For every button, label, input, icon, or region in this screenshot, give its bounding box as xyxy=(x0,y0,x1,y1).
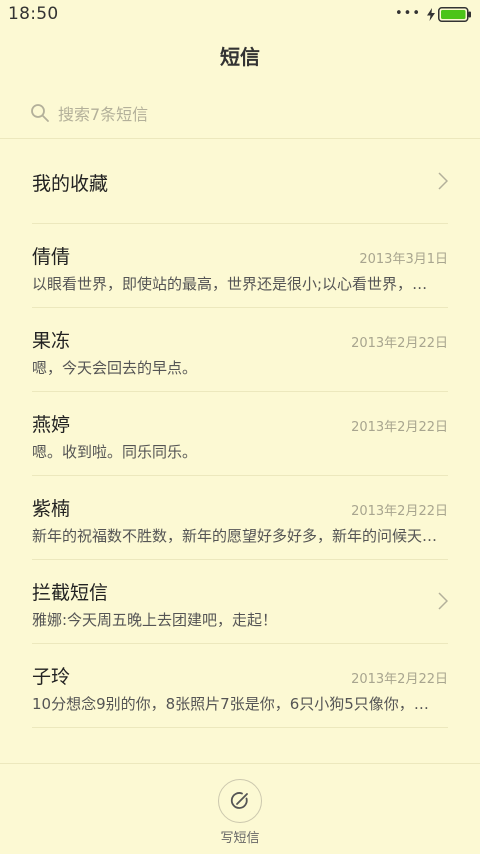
status-bar: 18:50 ••• xyxy=(0,0,480,28)
conversation-date: 2013年2月22日 xyxy=(351,504,448,519)
battery-icon xyxy=(438,6,472,22)
conversation-date: 2013年2月22日 xyxy=(351,336,448,351)
chevron-right-icon xyxy=(438,172,449,194)
chevron-right-icon xyxy=(438,592,449,614)
bolt-icon xyxy=(427,7,435,21)
page-title: 短信 xyxy=(220,45,260,69)
conversation-row[interactable]: 紫楠 2013年2月22日 新年的祝福数不胜数，新年的愿望好多好多，新年的问候天… xyxy=(32,476,448,560)
bottom-bar: 写短信 xyxy=(0,763,480,854)
conversation-preview: 雅娜:今天周五晚上去团建吧，走起！ xyxy=(32,611,278,629)
conversation-preview: 嗯，今天会回去的早点。 xyxy=(32,359,198,377)
header: 短信 xyxy=(0,36,480,78)
conversation-row[interactable]: 倩倩 2013年3月1日 以眼看世界，即使站的最高，世界还是很小;以心看世界，即… xyxy=(32,224,448,308)
conversation-preview: 10分想念9别的你，8张照片7张是你，6只小狗5只像你，4季美景3季有你 xyxy=(32,695,438,713)
signal-dots-icon: ••• xyxy=(394,6,421,21)
conversation-name: 子玲 xyxy=(32,666,71,688)
search-icon xyxy=(30,103,50,127)
compose-label: 写短信 xyxy=(220,831,260,846)
conversation-name: 燕婷 xyxy=(32,414,71,436)
conversation-date: 2013年2月22日 xyxy=(351,672,448,687)
conversation-date: 2013年3月1日 xyxy=(359,252,448,267)
conversation-list: 我的收藏 倩倩 2013年3月1日 以眼看世界，即使站的最高，世界还是很小;以心… xyxy=(0,139,480,728)
favorites-row[interactable]: 我的收藏 xyxy=(32,139,449,224)
conversation-name: 果冻 xyxy=(32,330,71,352)
status-time: 18:50 xyxy=(8,4,59,24)
conversation-preview: 嗯。收到啦。同乐同乐。 xyxy=(32,443,198,461)
compose-button[interactable] xyxy=(218,779,262,823)
intercepted-messages-row[interactable]: 拦截短信 雅娜:今天周五晚上去团建吧，走起！ xyxy=(32,560,449,644)
conversation-row[interactable]: 果冻 2013年2月22日 嗯，今天会回去的早点。 xyxy=(32,308,448,392)
conversation-preview: 以眼看世界，即使站的最高，世界还是很小;以心看世界，即使站的最低，世界也会很大 xyxy=(32,275,438,293)
conversation-row[interactable]: 子玲 2013年2月22日 10分想念9别的你，8张照片7张是你，6只小狗5只像… xyxy=(32,644,448,728)
conversation-row[interactable]: 燕婷 2013年2月22日 嗯。收到啦。同乐同乐。 xyxy=(32,392,448,476)
compose-icon xyxy=(229,790,251,812)
conversation-preview: 新年的祝福数不胜数，新年的愿望好多好多，新年的问候天天都有 xyxy=(32,527,438,545)
favorites-label: 我的收藏 xyxy=(32,173,109,195)
conversation-date: 2013年2月22日 xyxy=(351,420,448,435)
search-input[interactable] xyxy=(58,101,438,127)
conversation-name: 倩倩 xyxy=(32,246,71,268)
conversation-name: 拦截短信 xyxy=(32,582,109,604)
search-bar[interactable] xyxy=(0,92,480,139)
status-icons: ••• xyxy=(395,6,472,22)
conversation-name: 紫楠 xyxy=(32,498,71,520)
